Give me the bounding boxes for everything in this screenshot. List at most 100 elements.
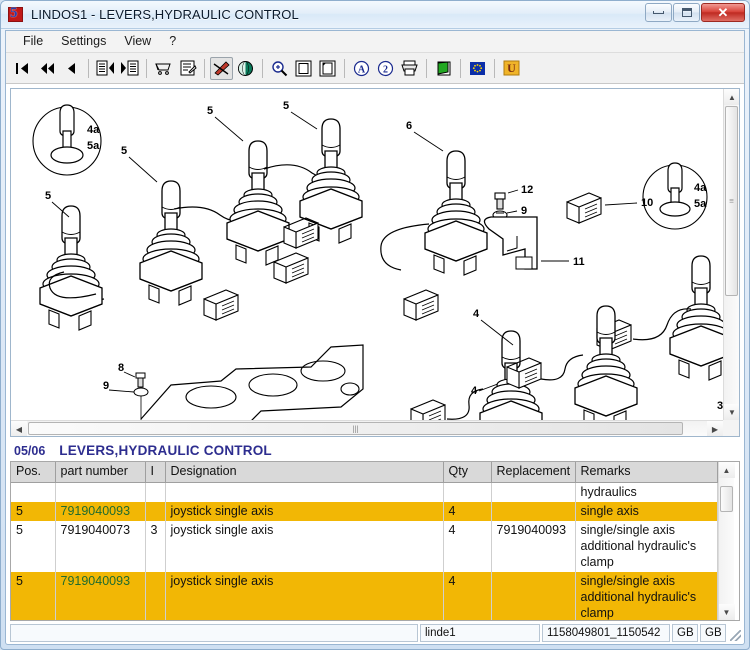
cell-pos: 5 xyxy=(11,520,56,572)
svg-text:5a: 5a xyxy=(694,198,707,210)
table-scroll-up-arrow[interactable]: ▲ xyxy=(718,462,735,478)
number-two-icon[interactable]: 2 xyxy=(374,57,397,80)
document-first-icon[interactable] xyxy=(94,57,117,80)
table-vscroll-thumb[interactable] xyxy=(719,486,733,512)
page-fit-icon[interactable] xyxy=(292,57,315,80)
zoom-in-icon[interactable] xyxy=(268,57,291,80)
scroll-up-arrow[interactable]: ▲ xyxy=(724,89,739,105)
green-book-icon[interactable] xyxy=(432,57,455,80)
eu-flag-icon[interactable] xyxy=(466,57,489,80)
cell-pos xyxy=(11,482,56,502)
letter-a-icon[interactable]: A xyxy=(350,57,373,80)
document-next-icon[interactable] xyxy=(118,57,141,80)
cell-qty: 4 xyxy=(443,520,492,572)
svg-text:5: 5 xyxy=(283,100,289,112)
resize-grip-icon[interactable] xyxy=(728,624,742,642)
column-header-qty[interactable]: Qty xyxy=(443,462,492,483)
cell-remarks: single/single axis additional hydraulic'… xyxy=(575,520,718,572)
shopping-cart-icon[interactable] xyxy=(152,57,175,80)
cell-remarks: single/single axis additional hydraulic'… xyxy=(575,571,718,620)
close-icon: ✕ xyxy=(717,4,729,20)
diagram-horizontal-scrollbar[interactable]: ◀ ||| ▶ xyxy=(11,420,723,436)
cell-part-number: 7919040093 xyxy=(55,571,146,620)
section-number: 05/06 xyxy=(14,444,46,458)
column-header-replacement[interactable]: Replacement xyxy=(491,462,576,483)
cell-designation: joystick single axis xyxy=(165,571,444,620)
lindos-five-icon: 5 xyxy=(7,5,25,24)
parts-list-header: 05/06 LEVERS,HYDRAULIC CONTROL xyxy=(10,442,740,461)
diagram-viewport[interactable]: 4a 5a 4a 5a 5 5 5 5 6 12 9 11 10 4 4 8 9… xyxy=(10,88,740,437)
table-row[interactable]: 5 7919040093 joystick single axis 4 sing… xyxy=(11,571,718,620)
svg-text:9: 9 xyxy=(103,380,109,392)
cell-remarks: single axis xyxy=(575,501,718,521)
svg-text:4a: 4a xyxy=(87,124,100,136)
column-header-index[interactable]: I xyxy=(145,462,166,483)
cell-index xyxy=(145,571,166,620)
cell-index: 3 xyxy=(145,520,166,572)
cell-pos: 5 xyxy=(11,501,56,521)
scroll-right-arrow[interactable]: ▶ xyxy=(707,421,723,436)
parts-table: Pos. part number I Designation Qty Repla… xyxy=(11,462,718,620)
close-button[interactable]: ✕ xyxy=(701,3,745,22)
cell-designation: joystick single axis xyxy=(165,520,444,572)
svg-text:8: 8 xyxy=(118,362,124,374)
table-scroll-down-arrow[interactable]: ▼ xyxy=(718,604,735,620)
menu-help[interactable]: ? xyxy=(160,32,185,51)
globe-icon[interactable] xyxy=(234,57,257,80)
table-row[interactable]: 5 7919040093 joystick single axis 4 sing… xyxy=(11,501,718,521)
section-title: LEVERS,HYDRAULIC CONTROL xyxy=(59,443,272,458)
table-row[interactable]: hydraulics xyxy=(11,482,718,502)
status-bar: linde1 1158049801_1150542 GB GB xyxy=(6,624,744,644)
svg-text:4a: 4a xyxy=(694,182,707,194)
parts-table-wrap: Pos. part number I Designation Qty Repla… xyxy=(10,461,740,621)
cell-replacement xyxy=(491,571,576,620)
minimize-button[interactable] xyxy=(645,3,672,22)
diagram-hscroll-thumb[interactable]: ||| xyxy=(28,422,683,435)
scroll-left-arrow[interactable]: ◀ xyxy=(11,421,27,436)
diagram-vscroll-thumb[interactable]: ≡ xyxy=(725,106,738,296)
svg-text:6: 6 xyxy=(406,120,412,132)
maximize-button[interactable] xyxy=(673,3,700,22)
cell-replacement: 7919040093 xyxy=(491,520,576,572)
column-header-part-number[interactable]: part number xyxy=(55,462,146,483)
status-user: linde1 xyxy=(420,624,540,642)
cell-qty: 4 xyxy=(443,571,492,620)
menu-view[interactable]: View xyxy=(115,32,160,51)
scroll-down-arrow[interactable]: ▼ xyxy=(724,404,739,420)
parts-list-pane: 05/06 LEVERS,HYDRAULIC CONTROL Pos. part… xyxy=(10,442,740,621)
svg-text:12: 12 xyxy=(521,184,533,196)
cell-qty xyxy=(443,482,492,502)
print-icon[interactable] xyxy=(398,57,421,80)
status-language-primary: GB xyxy=(672,624,698,642)
column-header-designation[interactable]: Designation xyxy=(165,462,444,483)
cell-pos: 5 xyxy=(11,571,56,620)
page-width-icon[interactable] xyxy=(316,57,339,80)
column-header-remarks[interactable]: Remarks xyxy=(575,462,718,483)
menu-settings[interactable]: Settings xyxy=(52,32,115,51)
column-header-pos[interactable]: Pos. xyxy=(11,462,56,483)
cell-index xyxy=(145,501,166,521)
previous-page-icon[interactable] xyxy=(60,57,83,80)
menu-file[interactable]: File xyxy=(14,32,52,51)
window-controls: ✕ xyxy=(645,3,745,22)
cell-designation xyxy=(165,482,444,502)
scrollbar-corner xyxy=(723,420,739,436)
client-area: File Settings View ? A 2 U 4a 5a 4a 5a 5… xyxy=(5,30,745,645)
status-message xyxy=(10,624,418,642)
svg-text:2: 2 xyxy=(383,64,388,75)
first-page-icon[interactable] xyxy=(12,57,35,80)
pointer-pen-icon[interactable] xyxy=(210,56,233,80)
svg-text:9: 9 xyxy=(521,205,527,217)
menu-bar: File Settings View ? xyxy=(6,31,744,53)
window-title: LINDOS1 - LEVERS,HYDRAULIC CONTROL xyxy=(31,7,299,22)
parts-table-vertical-scrollbar[interactable]: ▲ ▼ xyxy=(717,462,735,620)
svg-text:5: 5 xyxy=(207,105,213,117)
table-row[interactable]: 5 7919040073 3 joystick single axis 4 79… xyxy=(11,520,718,572)
letter-u-icon[interactable]: U xyxy=(500,57,523,80)
order-list-icon[interactable] xyxy=(176,57,199,80)
fast-rewind-icon[interactable] xyxy=(36,57,59,80)
diagram-vertical-scrollbar[interactable]: ▲ ≡ ▼ xyxy=(723,89,739,420)
cell-part-number: 7919040073 xyxy=(55,520,146,572)
application-window: 5 LINDOS1 - LEVERS,HYDRAULIC CONTROL ✕ F… xyxy=(0,0,750,650)
cell-part-number: 7919040093 xyxy=(55,501,146,521)
